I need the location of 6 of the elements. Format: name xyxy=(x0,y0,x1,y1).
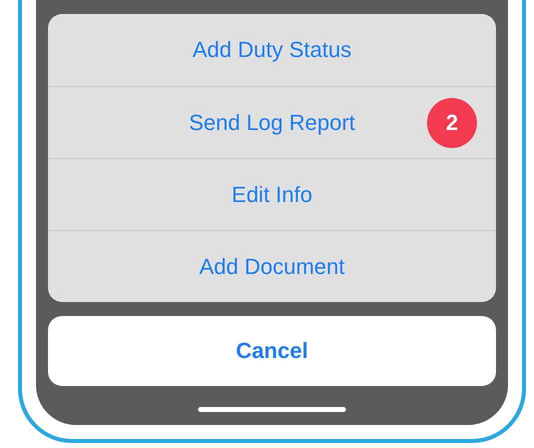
notification-badge: 2 xyxy=(427,98,477,148)
action-sheet-option[interactable]: Send Log Report 2 xyxy=(48,86,496,158)
action-sheet-option[interactable]: Add Duty Status xyxy=(48,14,496,86)
action-sheet-option[interactable]: Edit Info xyxy=(48,158,496,230)
cancel-button[interactable]: Cancel xyxy=(48,316,496,386)
action-sheet-option[interactable]: Add Document xyxy=(48,230,496,302)
